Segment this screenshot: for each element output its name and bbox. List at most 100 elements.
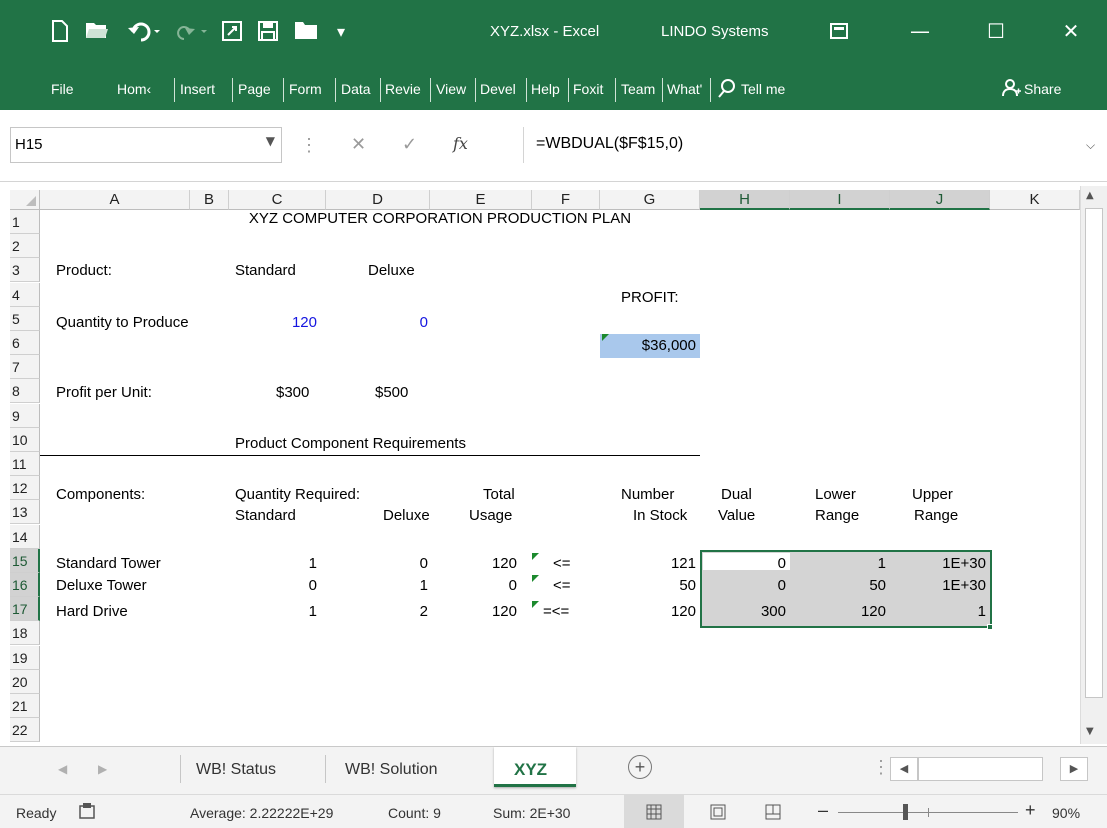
component-dlx[interactable]: 1 (326, 577, 428, 594)
header-dual[interactable]: Dual (721, 486, 752, 503)
component-std[interactable]: 1 (229, 603, 317, 620)
component-op[interactable]: <= (553, 577, 571, 594)
vertical-scrollbar[interactable]: ▲ ▼ (1080, 186, 1107, 744)
ppu-label[interactable]: Profit per Unit: (56, 384, 152, 401)
row-header[interactable]: 18 (10, 621, 40, 646)
component-lower[interactable]: 50 (790, 577, 886, 594)
header-quantity-required[interactable]: Quantity Required: (235, 486, 360, 503)
row-header[interactable]: 12 (10, 476, 40, 501)
cancel-icon[interactable]: ✕ (351, 134, 366, 155)
column-header-d[interactable]: D (326, 190, 430, 210)
new-sheet-plus-icon[interactable]: + (628, 755, 652, 779)
scroll-down-icon[interactable]: ▼ (1086, 726, 1094, 737)
customize-toolbar-icon[interactable]: ▾ (330, 20, 352, 44)
header-components[interactable]: Components: (56, 486, 145, 503)
tab-foxit[interactable]: Foxit (573, 75, 603, 103)
component-usage[interactable]: 120 (430, 603, 517, 620)
header-total[interactable]: Total (483, 486, 515, 503)
row-header[interactable]: 3 (10, 258, 40, 283)
component-stock[interactable]: 50 (600, 577, 696, 594)
row-header[interactable]: 17 (10, 597, 40, 622)
zoom-level[interactable]: 90% (1052, 804, 1080, 822)
component-dlx[interactable]: 2 (326, 603, 428, 620)
row-header[interactable]: 8 (10, 379, 40, 404)
zoom-in-icon[interactable]: + (1025, 801, 1036, 819)
tab-splitter-icon[interactable]: ⋮ (872, 757, 890, 778)
component-dual[interactable]: 300 (700, 603, 786, 620)
row-header[interactable]: 1 (10, 210, 40, 234)
row-header[interactable]: 6 (10, 331, 40, 355)
tab-scroll-left-icon[interactable]: ◀ (58, 762, 67, 776)
component-lower[interactable]: 1 (790, 555, 886, 572)
component-dual[interactable]: 0 (700, 577, 786, 594)
quantity-deluxe[interactable]: 0 (326, 314, 428, 331)
component-name[interactable]: Deluxe Tower (56, 577, 147, 594)
worksheet-grid[interactable] (0, 186, 1080, 744)
component-std[interactable]: 0 (229, 577, 317, 594)
macro-recording-icon[interactable] (78, 802, 96, 824)
save-icon[interactable] (254, 20, 282, 44)
column-header-g[interactable]: G (600, 190, 700, 210)
maximize-button[interactable]: ☐ (973, 14, 1019, 48)
tab-whatif[interactable]: What' (667, 75, 702, 103)
zoom-slider-thumb[interactable] (903, 804, 908, 820)
hscroll-right-icon[interactable]: ▶ (1060, 757, 1088, 781)
component-upper[interactable]: 1E+30 (890, 555, 986, 572)
status-sum[interactable]: Sum: 2E+30 (493, 804, 570, 822)
header-upper[interactable]: Upper (912, 486, 953, 503)
tab-review[interactable]: Revie (385, 75, 421, 103)
minimize-button[interactable]: — (897, 14, 943, 48)
quick-print-icon[interactable] (218, 20, 246, 44)
profit-label[interactable]: PROFIT: (621, 289, 679, 306)
sheet-tab-wb-status[interactable]: WB! Status (196, 761, 276, 779)
hscroll-left-icon[interactable]: ◀ (890, 757, 918, 781)
row-header[interactable]: 15 (10, 548, 40, 573)
component-op[interactable]: <= (553, 555, 571, 572)
folder-icon[interactable] (292, 20, 320, 44)
component-usage[interactable]: 0 (430, 577, 517, 594)
column-header-c[interactable]: C (229, 190, 326, 210)
component-op[interactable]: =<= (543, 603, 569, 620)
product-deluxe[interactable]: Deluxe (368, 262, 415, 279)
component-name[interactable]: Standard Tower (56, 555, 161, 572)
close-button[interactable]: ✕ (1048, 14, 1094, 48)
zoom-out-icon[interactable]: – (818, 801, 828, 819)
sheet-title[interactable]: XYZ COMPUTER CORPORATION PRODUCTION PLAN (180, 210, 700, 227)
formula-input[interactable]: =WBDUAL($F$15,0) (523, 127, 1107, 163)
row-header[interactable]: 4 (10, 282, 40, 307)
column-header-i[interactable]: I (790, 190, 890, 210)
product-label[interactable]: Product: (56, 262, 112, 279)
header-standard[interactable]: Standard (235, 507, 296, 524)
header-value[interactable]: Value (718, 507, 755, 524)
sheet-tab-xyz[interactable]: XYZ (494, 747, 576, 787)
column-header-a[interactable]: A (40, 190, 190, 210)
component-lower[interactable]: 120 (790, 603, 886, 620)
component-upper[interactable]: 1 (890, 603, 986, 620)
header-usage[interactable]: Usage (469, 507, 512, 524)
ppu-standard[interactable]: $300 (276, 384, 309, 401)
row-header[interactable]: 9 (10, 403, 40, 428)
header-deluxe[interactable]: Deluxe (383, 507, 430, 524)
status-average[interactable]: Average: 2.22222E+29 (190, 804, 333, 822)
tab-scroll-right-icon[interactable]: ▶ (98, 762, 107, 776)
expand-formula-bar-icon[interactable]: ⌵ (1086, 138, 1095, 153)
page-layout-view-icon[interactable] (710, 804, 726, 824)
page-break-view-icon[interactable] (765, 804, 781, 824)
scroll-thumb[interactable] (1085, 208, 1103, 698)
column-header-h[interactable]: H (700, 190, 790, 210)
tab-file[interactable]: File (51, 75, 74, 103)
ppu-deluxe[interactable]: $500 (375, 384, 408, 401)
row-header[interactable]: 21 (10, 694, 40, 718)
tab-formulas[interactable]: Form (289, 75, 322, 103)
row-header[interactable]: 16 (10, 573, 40, 597)
open-folder-icon[interactable] (82, 20, 112, 44)
row-header[interactable]: 13 (10, 500, 40, 525)
column-header-f[interactable]: F (532, 190, 600, 210)
component-std[interactable]: 1 (229, 555, 317, 572)
component-dual[interactable]: 0 (700, 555, 786, 572)
header-lower[interactable]: Lower (815, 486, 856, 503)
tab-home[interactable]: Hom‹ (117, 75, 151, 103)
enter-check-icon[interactable]: ✓ (402, 134, 417, 155)
header-in-stock[interactable]: In Stock (633, 507, 687, 524)
component-usage[interactable]: 120 (430, 555, 517, 572)
